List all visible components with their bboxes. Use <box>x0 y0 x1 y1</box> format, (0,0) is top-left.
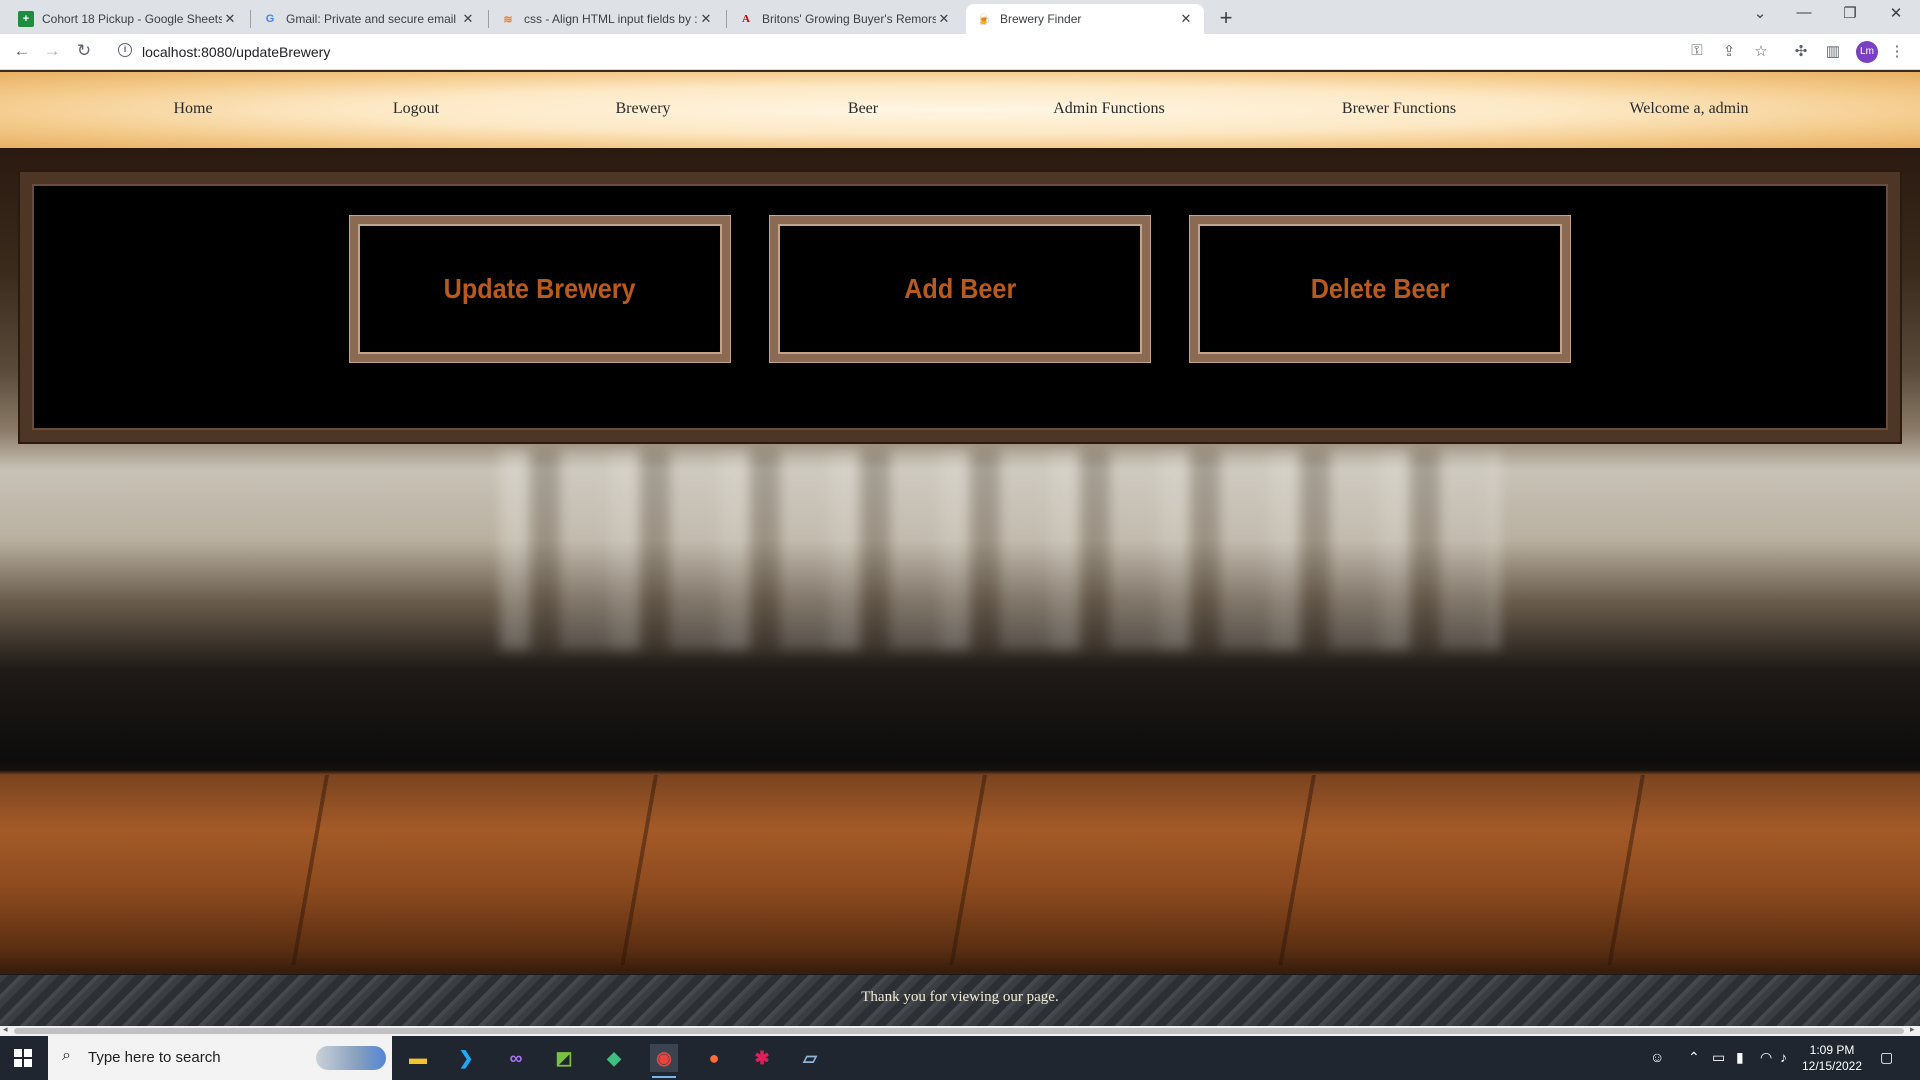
add-beer-button[interactable]: Add Beer <box>770 216 1150 362</box>
back-icon[interactable]: ← <box>10 41 34 61</box>
meet-now-icon[interactable]: ▭ <box>1712 1049 1725 1066</box>
tab-search-chevron-icon[interactable]: ⌄ <box>1740 4 1780 22</box>
clock-time: 1:09 PM <box>1809 1043 1855 1057</box>
nav-link-beer[interactable]: Beer <box>848 100 878 118</box>
browser-tab[interactable]: G Gmail: Private and secure email at no … <box>252 4 486 34</box>
restore-icon[interactable]: ❐ <box>1830 4 1870 22</box>
search-highlight-illustration <box>316 1046 386 1070</box>
forward-icon[interactable]: → <box>40 41 64 61</box>
tab-title: css - Align HTML input fields by : <box>524 12 698 26</box>
address-bar[interactable]: i localhost:8080/updateBrewery <box>108 38 1808 66</box>
tab-separator <box>726 10 727 28</box>
update-brewery-button[interactable]: Update Brewery <box>350 216 730 362</box>
chrome-icon[interactable]: ◉ <box>650 1044 678 1078</box>
notifications-icon[interactable]: ▢ <box>1880 1049 1893 1066</box>
people-icon[interactable]: ☺ <box>1650 1049 1664 1065</box>
actions-panel: Update Brewery Add Beer Delete Beer <box>20 172 1900 442</box>
update-brewery-label: Update Brewery <box>444 273 636 304</box>
nav-link-home[interactable]: Home <box>173 100 212 118</box>
share-icon[interactable]: ⇪ <box>1718 42 1740 60</box>
clock-date: 12/15/2022 <box>1801 1059 1863 1073</box>
browser-tab-active[interactable]: 🍺 Brewery Finder ✕ <box>966 4 1204 34</box>
nav-link-logout[interactable]: Logout <box>393 100 439 118</box>
close-tab-icon[interactable]: ✕ <box>460 11 476 27</box>
add-beer-label: Add Beer <box>903 273 1017 304</box>
tray-chevron-icon[interactable]: ⌃ <box>1688 1049 1700 1066</box>
horizontal-scrollbar[interactable]: ◂ ▸ <box>0 1024 1920 1036</box>
bookmark-star-icon[interactable]: ☆ <box>1750 42 1772 60</box>
taskbar-clock[interactable]: 1:09 PM 12/15/2022 <box>1800 1042 1864 1074</box>
reload-icon[interactable]: ↻ <box>72 41 96 61</box>
taskbar-search-placeholder: Type here to search <box>88 1049 221 1066</box>
browser-toolbar: ← → ↻ i localhost:8080/updateBrewery ⚿ ⇪… <box>0 34 1920 70</box>
page-body: Home Logout Brewery Beer Admin Functions… <box>0 70 1920 1026</box>
tab-title: Cohort 18 Pickup - Google Sheets <box>42 12 222 26</box>
notepad-icon[interactable]: ▱ <box>796 1044 824 1072</box>
visual-studio-icon[interactable]: ∞ <box>502 1044 530 1072</box>
battery-icon[interactable]: ▮ <box>1736 1049 1744 1066</box>
browser-tab-bar: + Cohort 18 Pickup - Google Sheets ✕ G G… <box>0 0 1920 34</box>
site-navbar: Home Logout Brewery Beer Admin Functions… <box>0 70 1920 150</box>
delete-beer-label: Delete Beer <box>1310 273 1450 304</box>
tab-title: Brewery Finder <box>1000 12 1082 26</box>
browser-tab[interactable]: + Cohort 18 Pickup - Google Sheets ✕ <box>8 4 248 34</box>
git-kraken-icon[interactable]: ◆ <box>600 1044 628 1072</box>
extensions-icon[interactable]: ✣ <box>1790 42 1812 60</box>
tab-title: Gmail: Private and secure email at no co… <box>286 12 460 26</box>
google-icon: G <box>265 13 275 25</box>
footer-message: Thank you for viewing our page. <box>861 989 1059 1005</box>
profile-avatar[interactable]: Lm <box>1856 41 1878 63</box>
volume-icon[interactable]: ♪ <box>1780 1049 1787 1065</box>
site-footer: Thank you for viewing our page. <box>0 974 1920 1026</box>
postman-icon[interactable]: ● <box>700 1044 728 1072</box>
tab-title: Britons' Growing Buyer's Remorse <box>762 12 936 26</box>
close-tab-icon[interactable]: ✕ <box>1178 11 1194 27</box>
key-icon[interactable]: ⚿ <box>1686 42 1708 59</box>
close-tab-icon[interactable]: ✕ <box>936 11 952 27</box>
scroll-left-arrow-icon[interactable]: ◂ <box>3 1024 8 1035</box>
nav-link-brewer-functions[interactable]: Brewer Functions <box>1342 100 1456 118</box>
beer-icon: 🍺 <box>977 13 991 26</box>
taskbar-search-box[interactable]: ⌕ Type here to search <box>48 1036 392 1080</box>
close-tab-icon[interactable]: ✕ <box>222 11 238 27</box>
tab-separator <box>488 10 489 28</box>
side-panel-icon[interactable]: ▥ <box>1822 42 1844 60</box>
atlantic-icon: A <box>742 13 750 25</box>
windows-taskbar: ⌕ Type here to search ▬ ❯ ∞ ◩ ◆ ◉ ● ✱ ▱ … <box>0 1036 1920 1080</box>
slack-icon[interactable]: ✱ <box>748 1044 776 1072</box>
background-wood-table <box>0 775 1920 965</box>
stackoverflow-icon: ≋ <box>503 13 513 26</box>
search-icon: ⌕ <box>62 1047 71 1064</box>
tab-separator <box>250 10 251 28</box>
scrollbar-thumb[interactable] <box>14 1028 1904 1034</box>
scroll-right-arrow-icon[interactable]: ▸ <box>1910 1024 1915 1035</box>
welcome-message: Welcome a, admin <box>1629 100 1749 117</box>
close-tab-icon[interactable]: ✕ <box>698 11 714 27</box>
site-info-icon[interactable]: i <box>118 43 132 57</box>
url-text[interactable]: localhost:8080/updateBrewery <box>142 44 330 60</box>
file-explorer-icon[interactable]: ▬ <box>404 1044 432 1072</box>
delete-beer-button[interactable]: Delete Beer <box>1190 216 1570 362</box>
nav-link-admin-functions[interactable]: Admin Functions <box>1053 100 1165 118</box>
browser-tab[interactable]: ≋ css - Align HTML input fields by : ✕ <box>490 4 724 34</box>
sheets-icon: + <box>18 11 34 27</box>
intellij-icon[interactable]: ◩ <box>550 1044 578 1072</box>
new-tab-button[interactable]: + <box>1214 5 1238 31</box>
browser-tab[interactable]: A Britons' Growing Buyer's Remorse ✕ <box>728 4 962 34</box>
menu-dots-icon[interactable]: ⋮ <box>1886 42 1908 60</box>
close-window-icon[interactable]: ✕ <box>1876 4 1916 22</box>
nav-link-brewery[interactable]: Brewery <box>615 100 670 118</box>
vscode-icon[interactable]: ❯ <box>452 1044 480 1072</box>
background-bar-shelves <box>500 450 1500 650</box>
wifi-icon[interactable]: ◠ <box>1760 1049 1772 1066</box>
minimize-icon[interactable]: — <box>1784 4 1824 21</box>
windows-start-icon[interactable] <box>14 1049 32 1067</box>
